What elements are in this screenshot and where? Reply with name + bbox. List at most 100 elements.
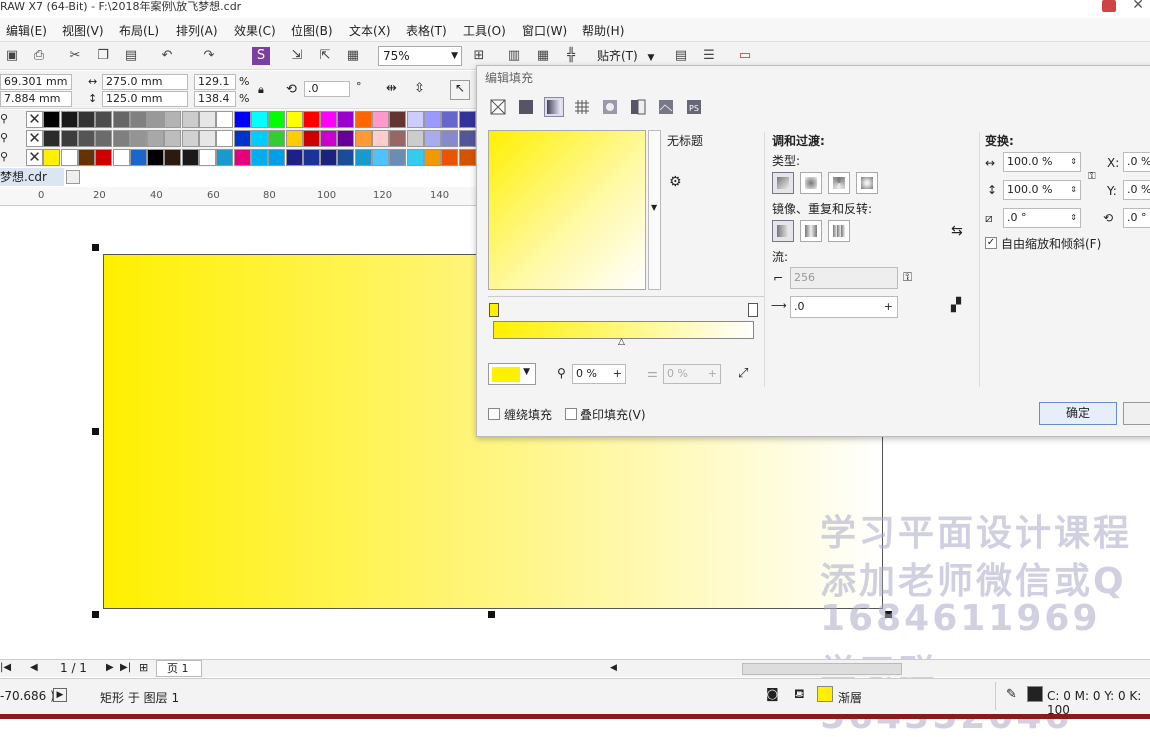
last-page-icon[interactable]: ▶|	[120, 662, 131, 673]
fill-height-field[interactable]: 100.0 % ⇕	[1003, 180, 1081, 200]
color-proofing-icon[interactable]: ◙	[766, 687, 779, 702]
options-icon[interactable]: ▤	[672, 47, 690, 65]
play-icon[interactable]: ▶	[53, 688, 67, 702]
palette-swatch[interactable]	[268, 130, 286, 147]
y-offset-field[interactable]: .0 %	[1123, 180, 1150, 200]
outline-color-swatch[interactable]	[1027, 686, 1043, 702]
close-icon[interactable]: ✕	[1132, 0, 1144, 12]
palette-swatch[interactable]	[181, 130, 199, 147]
palette-swatch[interactable]	[77, 111, 95, 128]
publish-pdf-icon[interactable]: ▦	[344, 47, 362, 65]
palette-swatch[interactable]	[233, 130, 251, 147]
palette-swatch[interactable]	[320, 149, 338, 166]
palette-swatch[interactable]	[199, 130, 216, 147]
x-offset-field[interactable]: .0 %	[1123, 152, 1150, 172]
palette-swatch[interactable]	[389, 149, 407, 166]
postscript-fill-icon[interactable]: PS	[684, 97, 704, 117]
palette-swatch[interactable]	[147, 149, 165, 166]
no-fill-icon[interactable]	[488, 97, 508, 117]
palette-swatch[interactable]	[423, 149, 441, 166]
y-position-field[interactable]: 7.884 mm	[0, 91, 72, 107]
palette-swatch[interactable]	[285, 130, 303, 147]
node-position-field[interactable]: 0 % +	[663, 364, 721, 384]
preview-dropdown[interactable]: ▼	[648, 130, 661, 290]
selection-handle[interactable]	[92, 611, 99, 618]
rulers-icon[interactable]: ▥	[505, 47, 523, 65]
selection-handle[interactable]	[488, 611, 495, 618]
palette-swatch[interactable]	[43, 130, 61, 147]
palette-swatch[interactable]	[320, 130, 338, 147]
selection-handle[interactable]	[92, 428, 99, 435]
palette-swatch[interactable]	[389, 130, 407, 147]
palette-swatch[interactable]	[95, 111, 113, 128]
paste-icon[interactable]: ▤	[122, 47, 140, 65]
palette-swatch[interactable]	[233, 111, 251, 128]
no-color-swatch[interactable]: ✕	[26, 111, 43, 128]
palette-swatch[interactable]	[337, 130, 355, 147]
palette-swatch[interactable]	[406, 149, 424, 166]
menu-table[interactable]: 表格(T)	[406, 22, 447, 39]
welcome-screen-icon[interactable]: ▭	[736, 47, 754, 65]
palette-swatch[interactable]	[302, 111, 320, 128]
palette-swatch[interactable]	[112, 149, 130, 166]
palette-swatch[interactable]	[60, 149, 78, 166]
palette-swatch[interactable]	[423, 111, 441, 128]
palette-swatch[interactable]	[337, 111, 355, 128]
snap-to-menu[interactable]: 贴齐(T) ▼	[597, 47, 654, 64]
palette-swatch[interactable]	[441, 149, 459, 166]
palette-swatch[interactable]	[129, 149, 147, 166]
palette-swatch[interactable]	[112, 130, 130, 147]
palette-swatch[interactable]	[285, 149, 303, 166]
import-icon[interactable]: ⇲	[288, 47, 306, 65]
color-stop-right[interactable]	[748, 303, 758, 317]
user-icon[interactable]	[1102, 0, 1116, 12]
menu-view[interactable]: 视图(V)	[62, 22, 104, 39]
bitmap-pattern-icon[interactable]	[600, 97, 620, 117]
first-page-icon[interactable]: |◀	[0, 662, 11, 673]
mirror-vertical-icon[interactable]: ⇳	[414, 81, 425, 96]
palette-swatch[interactable]	[147, 130, 165, 147]
palette-swatch[interactable]	[372, 130, 389, 147]
x-position-field[interactable]: 69.301 mm	[0, 74, 72, 90]
pin-icon[interactable]: ⚲	[0, 150, 8, 163]
menu-bitmaps[interactable]: 位图(B)	[291, 22, 333, 39]
mirror-repeat-button[interactable]	[800, 220, 822, 242]
guides-icon[interactable]: ╬	[562, 47, 580, 65]
palette-swatch[interactable]	[164, 130, 182, 147]
steps-field[interactable]: 256	[790, 267, 898, 289]
palette-swatch[interactable]	[337, 149, 355, 166]
menu-tools[interactable]: 工具(O)	[463, 22, 506, 39]
palette-swatch[interactable]	[458, 149, 476, 166]
palette-swatch[interactable]	[268, 111, 286, 128]
corel-app-icon[interactable]: S	[252, 47, 270, 65]
lock-aspect-icon[interactable]: ⚿	[1088, 171, 1096, 182]
two-color-pattern-icon[interactable]	[628, 97, 648, 117]
outline-pen-icon[interactable]: ✎	[1006, 687, 1017, 702]
elliptical-fill-button[interactable]	[800, 172, 822, 194]
palette-swatch[interactable]	[129, 130, 147, 147]
palette-swatch[interactable]	[129, 111, 147, 128]
palette-swatch[interactable]	[268, 149, 286, 166]
palette-swatch[interactable]	[147, 111, 165, 128]
palette-swatch[interactable]	[423, 130, 441, 147]
lock-steps-icon[interactable]: ⚿	[903, 270, 912, 285]
palette-swatch[interactable]	[458, 130, 476, 147]
overprint-checkbox[interactable]	[565, 408, 577, 420]
palette-swatch[interactable]	[302, 130, 320, 147]
selection-handle[interactable]	[92, 244, 99, 251]
corner-tool-icon[interactable]: ↖	[450, 80, 470, 100]
lock-ratio-icon[interactable]: 🔒︎	[258, 83, 264, 97]
scroll-left-icon[interactable]: ◀	[610, 663, 624, 675]
cut-icon[interactable]: ✂	[66, 47, 84, 65]
undo-icon[interactable]: ↶	[158, 47, 176, 65]
document-tab[interactable]: 梦想.cdr	[0, 168, 64, 186]
wrap-fill-checkbox[interactable]	[488, 408, 500, 420]
palette-swatch[interactable]	[95, 149, 113, 166]
rotation-angle-field[interactable]: .0	[304, 81, 350, 97]
height-field[interactable]: 125.0 mm	[102, 91, 188, 107]
palette-swatch[interactable]	[216, 130, 234, 147]
ok-button[interactable]: 确定	[1039, 402, 1117, 425]
menu-text[interactable]: 文本(X)	[349, 22, 391, 39]
palette-swatch[interactable]	[389, 111, 407, 128]
skew-field[interactable]: .0 ° ⇕	[1003, 208, 1081, 228]
